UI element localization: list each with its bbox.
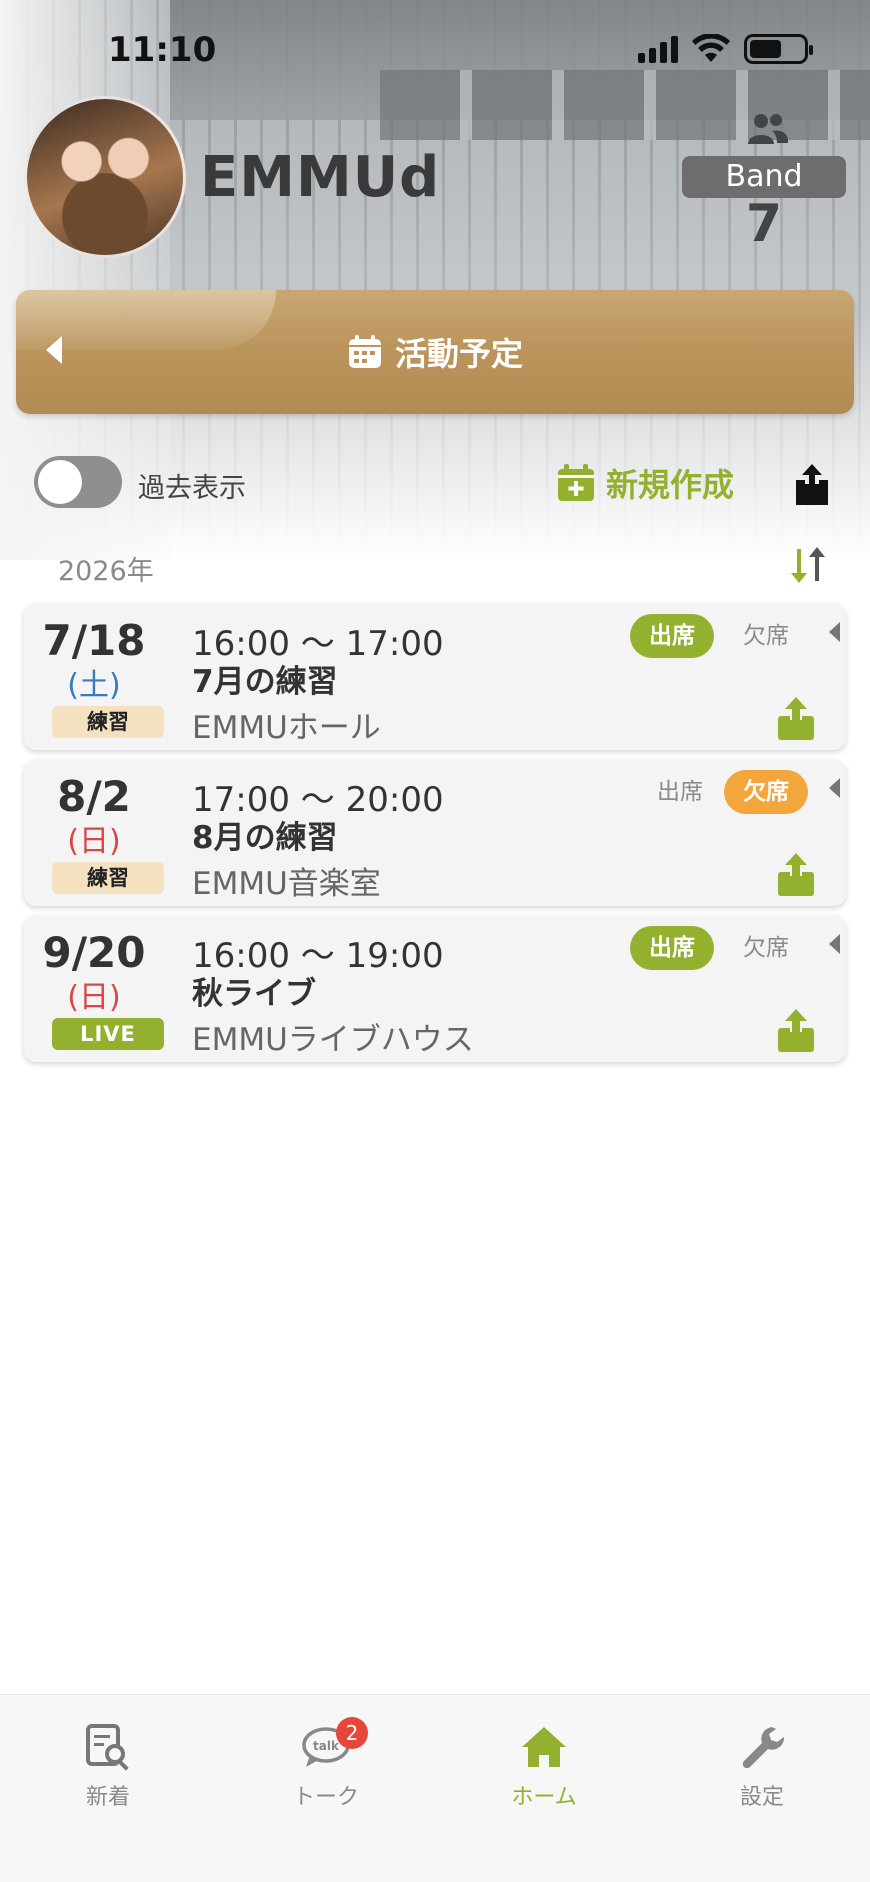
attend-absent-button[interactable]: 欠席 [724, 926, 808, 970]
tab-label: 新着 [85, 1785, 130, 1810]
expand-chevron-icon[interactable] [829, 934, 840, 954]
event-title: 7月の練習 [192, 664, 338, 700]
wifi-icon [692, 34, 730, 62]
event-share-icon[interactable] [776, 852, 816, 896]
attend-absent-button[interactable]: 欠席 [724, 614, 808, 658]
section-title-group: 活動予定 [16, 290, 854, 414]
band-member-count: 7 [745, 194, 783, 254]
event-tag: 練習 [52, 706, 164, 738]
event-date: 9/20 [42, 928, 146, 977]
status-icons [638, 34, 813, 64]
event-place: EMMU音楽室 [192, 866, 381, 902]
tab-label: 設定 [739, 1785, 784, 1810]
event-card[interactable]: 8/2 (日) 練習 17:00 〜 20:00 8月の練習 EMMU音楽室 出… [24, 760, 846, 906]
tab-label: トーク [292, 1785, 359, 1810]
band-avatar[interactable] [24, 96, 186, 258]
tab-talk[interactable]: talk 2 トーク [256, 1717, 396, 1811]
show-past-label: 過去表示 [138, 473, 246, 504]
event-date: 7/18 [42, 616, 146, 665]
attend-present-button[interactable]: 出席 [630, 926, 714, 970]
battery-icon [744, 34, 813, 64]
calendar-add-icon [558, 464, 594, 501]
year-label: 2026年 [58, 556, 154, 587]
create-new-label: 新規作成 [606, 466, 735, 504]
event-weekday: (日) [67, 980, 121, 1015]
people-icon [748, 114, 789, 144]
event-place: EMMUライブハウス [192, 1022, 474, 1058]
calendar-icon [348, 335, 381, 368]
tab-settings[interactable]: 設定 [692, 1723, 832, 1811]
band-member-counter[interactable]: Band 7 [682, 110, 846, 254]
event-title: 8月の練習 [192, 820, 338, 856]
schedule-header-bar: 活動予定 [16, 290, 854, 414]
tab-label: ホーム [511, 1785, 577, 1810]
event-date: 8/2 [57, 772, 131, 821]
event-share-icon[interactable] [776, 696, 816, 740]
band-label-chip: Band [682, 156, 846, 198]
year-row: 2026年 [0, 545, 870, 587]
list-toolbar: 過去表示 新規作成 [0, 450, 870, 516]
tab-home[interactable]: ホーム [474, 1723, 614, 1811]
svg-text:talk: talk [313, 1739, 340, 1753]
event-card[interactable]: 7/18 (土) 練習 16:00 〜 17:00 7月の練習 EMMUホール … [24, 604, 846, 750]
event-title: 秋ライブ [192, 976, 316, 1012]
share-icon[interactable] [792, 462, 832, 506]
status-time: 11:10 [108, 30, 217, 70]
attend-absent-button[interactable]: 欠席 [724, 770, 808, 814]
event-tag: 練習 [52, 862, 164, 894]
news-search-icon [86, 1724, 129, 1771]
expand-chevron-icon[interactable] [829, 778, 840, 798]
attend-present-button[interactable]: 出席 [630, 614, 714, 658]
sort-icon[interactable] [790, 545, 826, 585]
bottom-tab-bar: 新着 talk 2 トーク ホーム 設定 [0, 1694, 870, 1882]
create-new-button[interactable]: 新規作成 [556, 460, 734, 506]
event-weekday: (土) [67, 668, 121, 703]
event-tag: LIVE [52, 1018, 164, 1050]
event-place: EMMUホール [192, 710, 381, 746]
cellular-signal-icon [638, 35, 678, 63]
status-bar: 11:10 [0, 0, 870, 100]
expand-chevron-icon[interactable] [829, 622, 840, 642]
event-weekday: (日) [67, 824, 121, 859]
attend-present-button[interactable]: 出席 [638, 770, 722, 814]
unread-badge: 2 [336, 1717, 368, 1749]
band-name: EMMUd [200, 145, 441, 210]
wrench-icon [742, 1727, 785, 1769]
event-share-icon[interactable] [776, 1008, 816, 1052]
event-card[interactable]: 9/20 (日) LIVE 16:00 〜 19:00 秋ライブ EMMUライブ… [24, 916, 846, 1062]
section-title: 活動予定 [394, 335, 523, 373]
tab-news[interactable]: 新着 [38, 1723, 178, 1811]
show-past-toggle[interactable] [34, 456, 122, 508]
home-icon [522, 1727, 566, 1767]
